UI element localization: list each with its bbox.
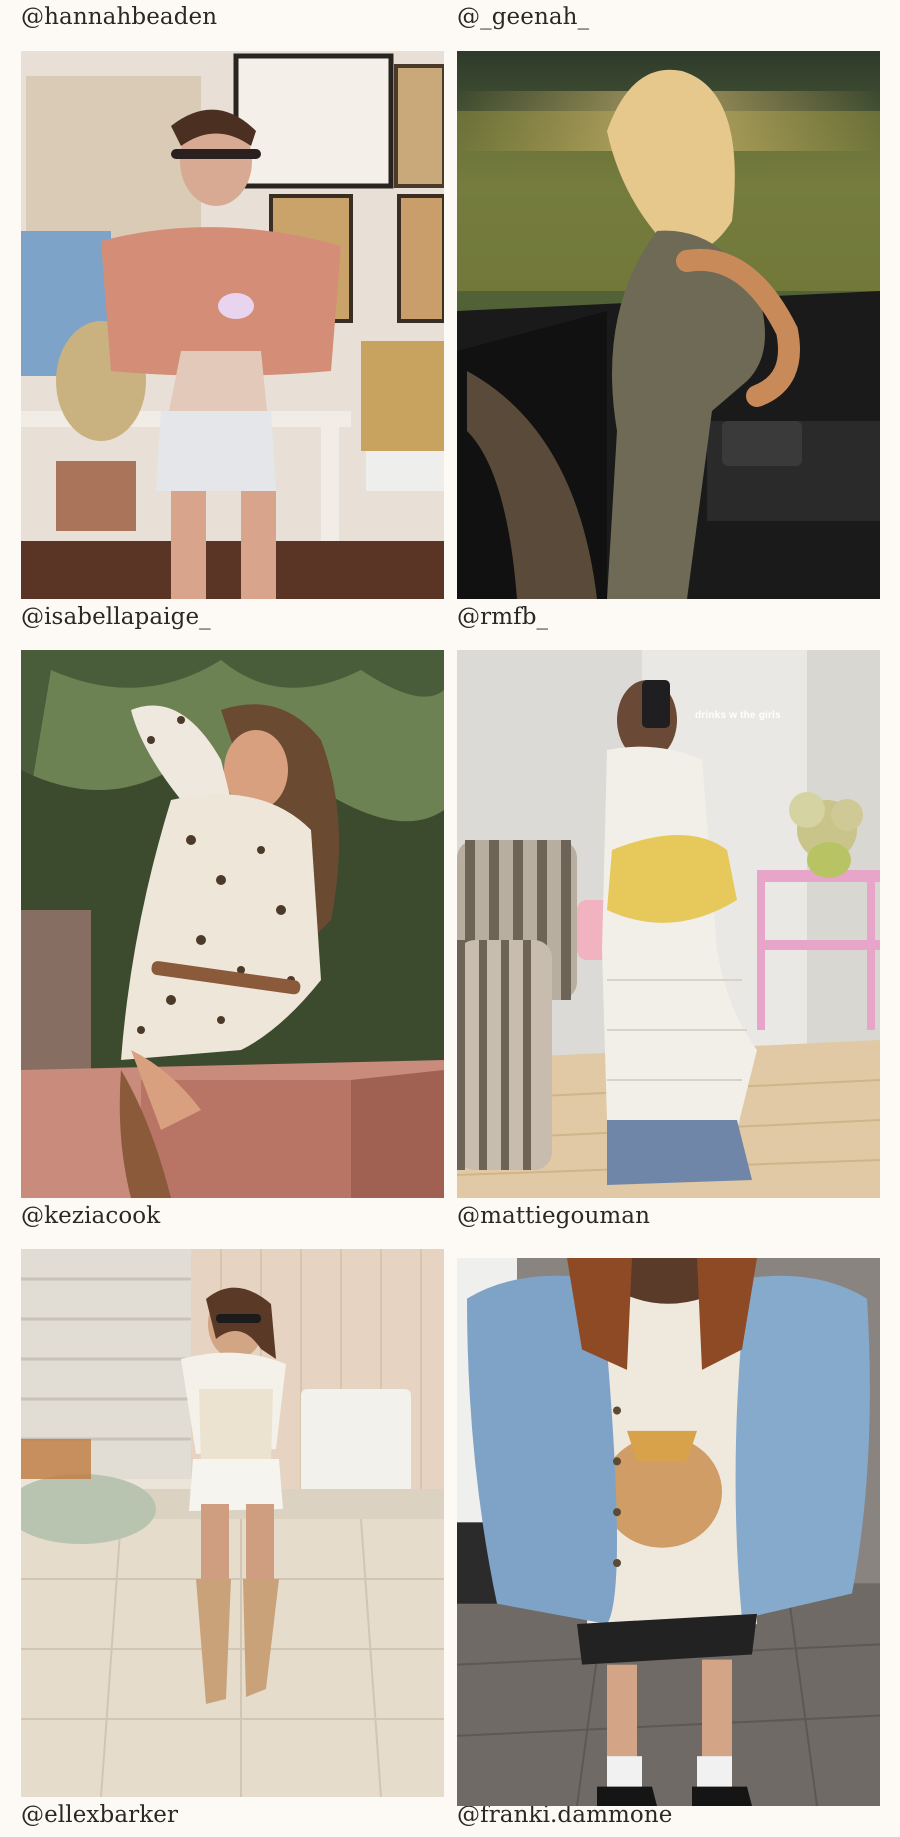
photo-image — [457, 51, 880, 599]
username-label[interactable]: @franki.dammone — [457, 1804, 672, 1827]
username-label[interactable]: @ellexbarker — [21, 1804, 178, 1827]
photo-image — [21, 650, 444, 1198]
photo-image — [457, 1258, 880, 1806]
username-label[interactable]: @isabellapaige_ — [21, 606, 211, 629]
photo-image — [457, 650, 880, 1198]
outfit-photo[interactable] — [21, 51, 444, 599]
username-label[interactable]: @keziacook — [21, 1205, 160, 1228]
outfit-photo[interactable]: drinks w the girls — [457, 650, 880, 1198]
outfit-photo[interactable] — [457, 1258, 880, 1806]
outfit-photo[interactable] — [21, 1249, 444, 1797]
username-label[interactable]: @mattiegouman — [457, 1205, 650, 1228]
photo-image — [21, 1249, 444, 1797]
outfit-photo[interactable] — [457, 51, 880, 599]
outfit-photo[interactable] — [21, 650, 444, 1198]
username-label[interactable]: @rmfb_ — [457, 606, 548, 629]
story-caption: drinks w the girls — [695, 710, 781, 721]
username-label[interactable]: @_geenah_ — [457, 6, 589, 29]
photo-image — [21, 51, 444, 599]
username-label[interactable]: @hannahbeaden — [21, 6, 217, 29]
